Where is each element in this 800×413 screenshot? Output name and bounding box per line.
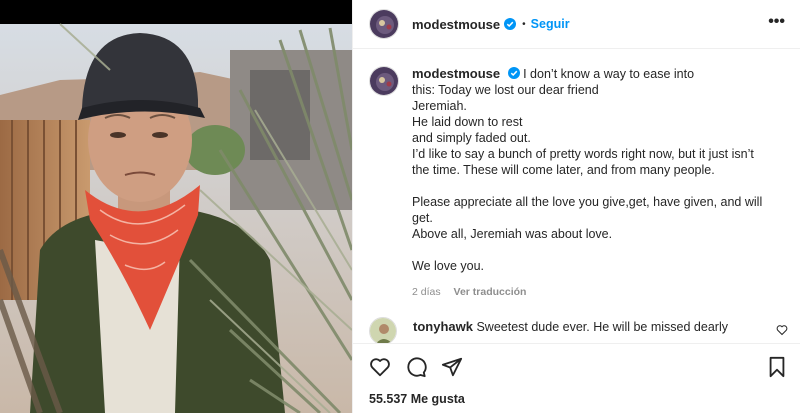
caption-body: modestmouse I don’t know a way to ease i… — [412, 66, 789, 300]
avatar[interactable] — [369, 9, 399, 39]
comment-text: Sweetest dude ever. He will be missed de… — [476, 320, 728, 334]
caption-text: get. — [412, 211, 433, 225]
post-caption: modestmouse I don’t know a way to ease i… — [369, 66, 789, 300]
separator-dot: • — [522, 18, 526, 30]
follow-button[interactable]: Seguir — [531, 17, 570, 31]
comment-text-block: tonyhawk Sweetest dude ever. He will be … — [413, 319, 728, 335]
caption-text: Above all, Jeremiah was about love. — [412, 227, 613, 241]
like-count[interactable]: 55.537 Me gusta — [369, 392, 465, 406]
caption-text: I don’t know a way to ease into — [523, 67, 695, 81]
caption-text: He laid down to rest — [412, 115, 523, 129]
comment-like-heart-icon[interactable] — [776, 324, 788, 336]
caption-username[interactable]: modestmouse — [412, 66, 500, 81]
instagram-post-view: modestmouse • Seguir ••• modestmouse I d… — [0, 0, 800, 413]
heart-icon[interactable] — [369, 356, 391, 378]
post-author-username[interactable]: modestmouse — [412, 17, 500, 32]
caption-line: modestmouse I don’t know a way to ease i… — [412, 66, 789, 82]
post-photo[interactable] — [0, 0, 352, 413]
caption-text: this: Today we lost our dear friend — [412, 83, 599, 97]
bookmark-icon[interactable] — [767, 356, 787, 378]
commenter-username[interactable]: tonyhawk — [413, 319, 473, 334]
more-options-icon[interactable]: ••• — [768, 14, 785, 30]
share-icon[interactable] — [441, 356, 463, 378]
see-translation-link[interactable]: Ver traducción — [454, 286, 527, 298]
caption-text: We love you. — [412, 259, 485, 273]
post-photo-image — [0, 0, 352, 413]
post-sidebar: modestmouse • Seguir ••• modestmouse I d… — [352, 0, 800, 413]
verified-badge-icon — [504, 18, 517, 30]
caption-text: I’d like to say a bunch of pretty words … — [412, 147, 754, 161]
caption-meta: 2 días Ver traducción — [412, 284, 789, 300]
comment-item: tonyhawk Sweetest dude ever. He will be … — [369, 317, 789, 345]
commenter-avatar[interactable] — [369, 317, 397, 345]
caption-text: the time. These will come later, and fro… — [412, 163, 715, 177]
post-time-ago[interactable]: 2 días — [412, 286, 441, 298]
caption-text: Jeremiah. — [412, 99, 467, 113]
caption-text: and simply faded out. — [412, 131, 531, 145]
post-actions-bar: 55.537 Me gusta — [353, 343, 800, 413]
verified-badge-icon — [507, 67, 520, 79]
post-header: modestmouse • Seguir ••• — [353, 0, 800, 49]
comment-icon[interactable] — [405, 356, 427, 378]
caption-text: Please appreciate all the love you give,… — [412, 195, 763, 209]
avatar[interactable] — [369, 66, 399, 96]
